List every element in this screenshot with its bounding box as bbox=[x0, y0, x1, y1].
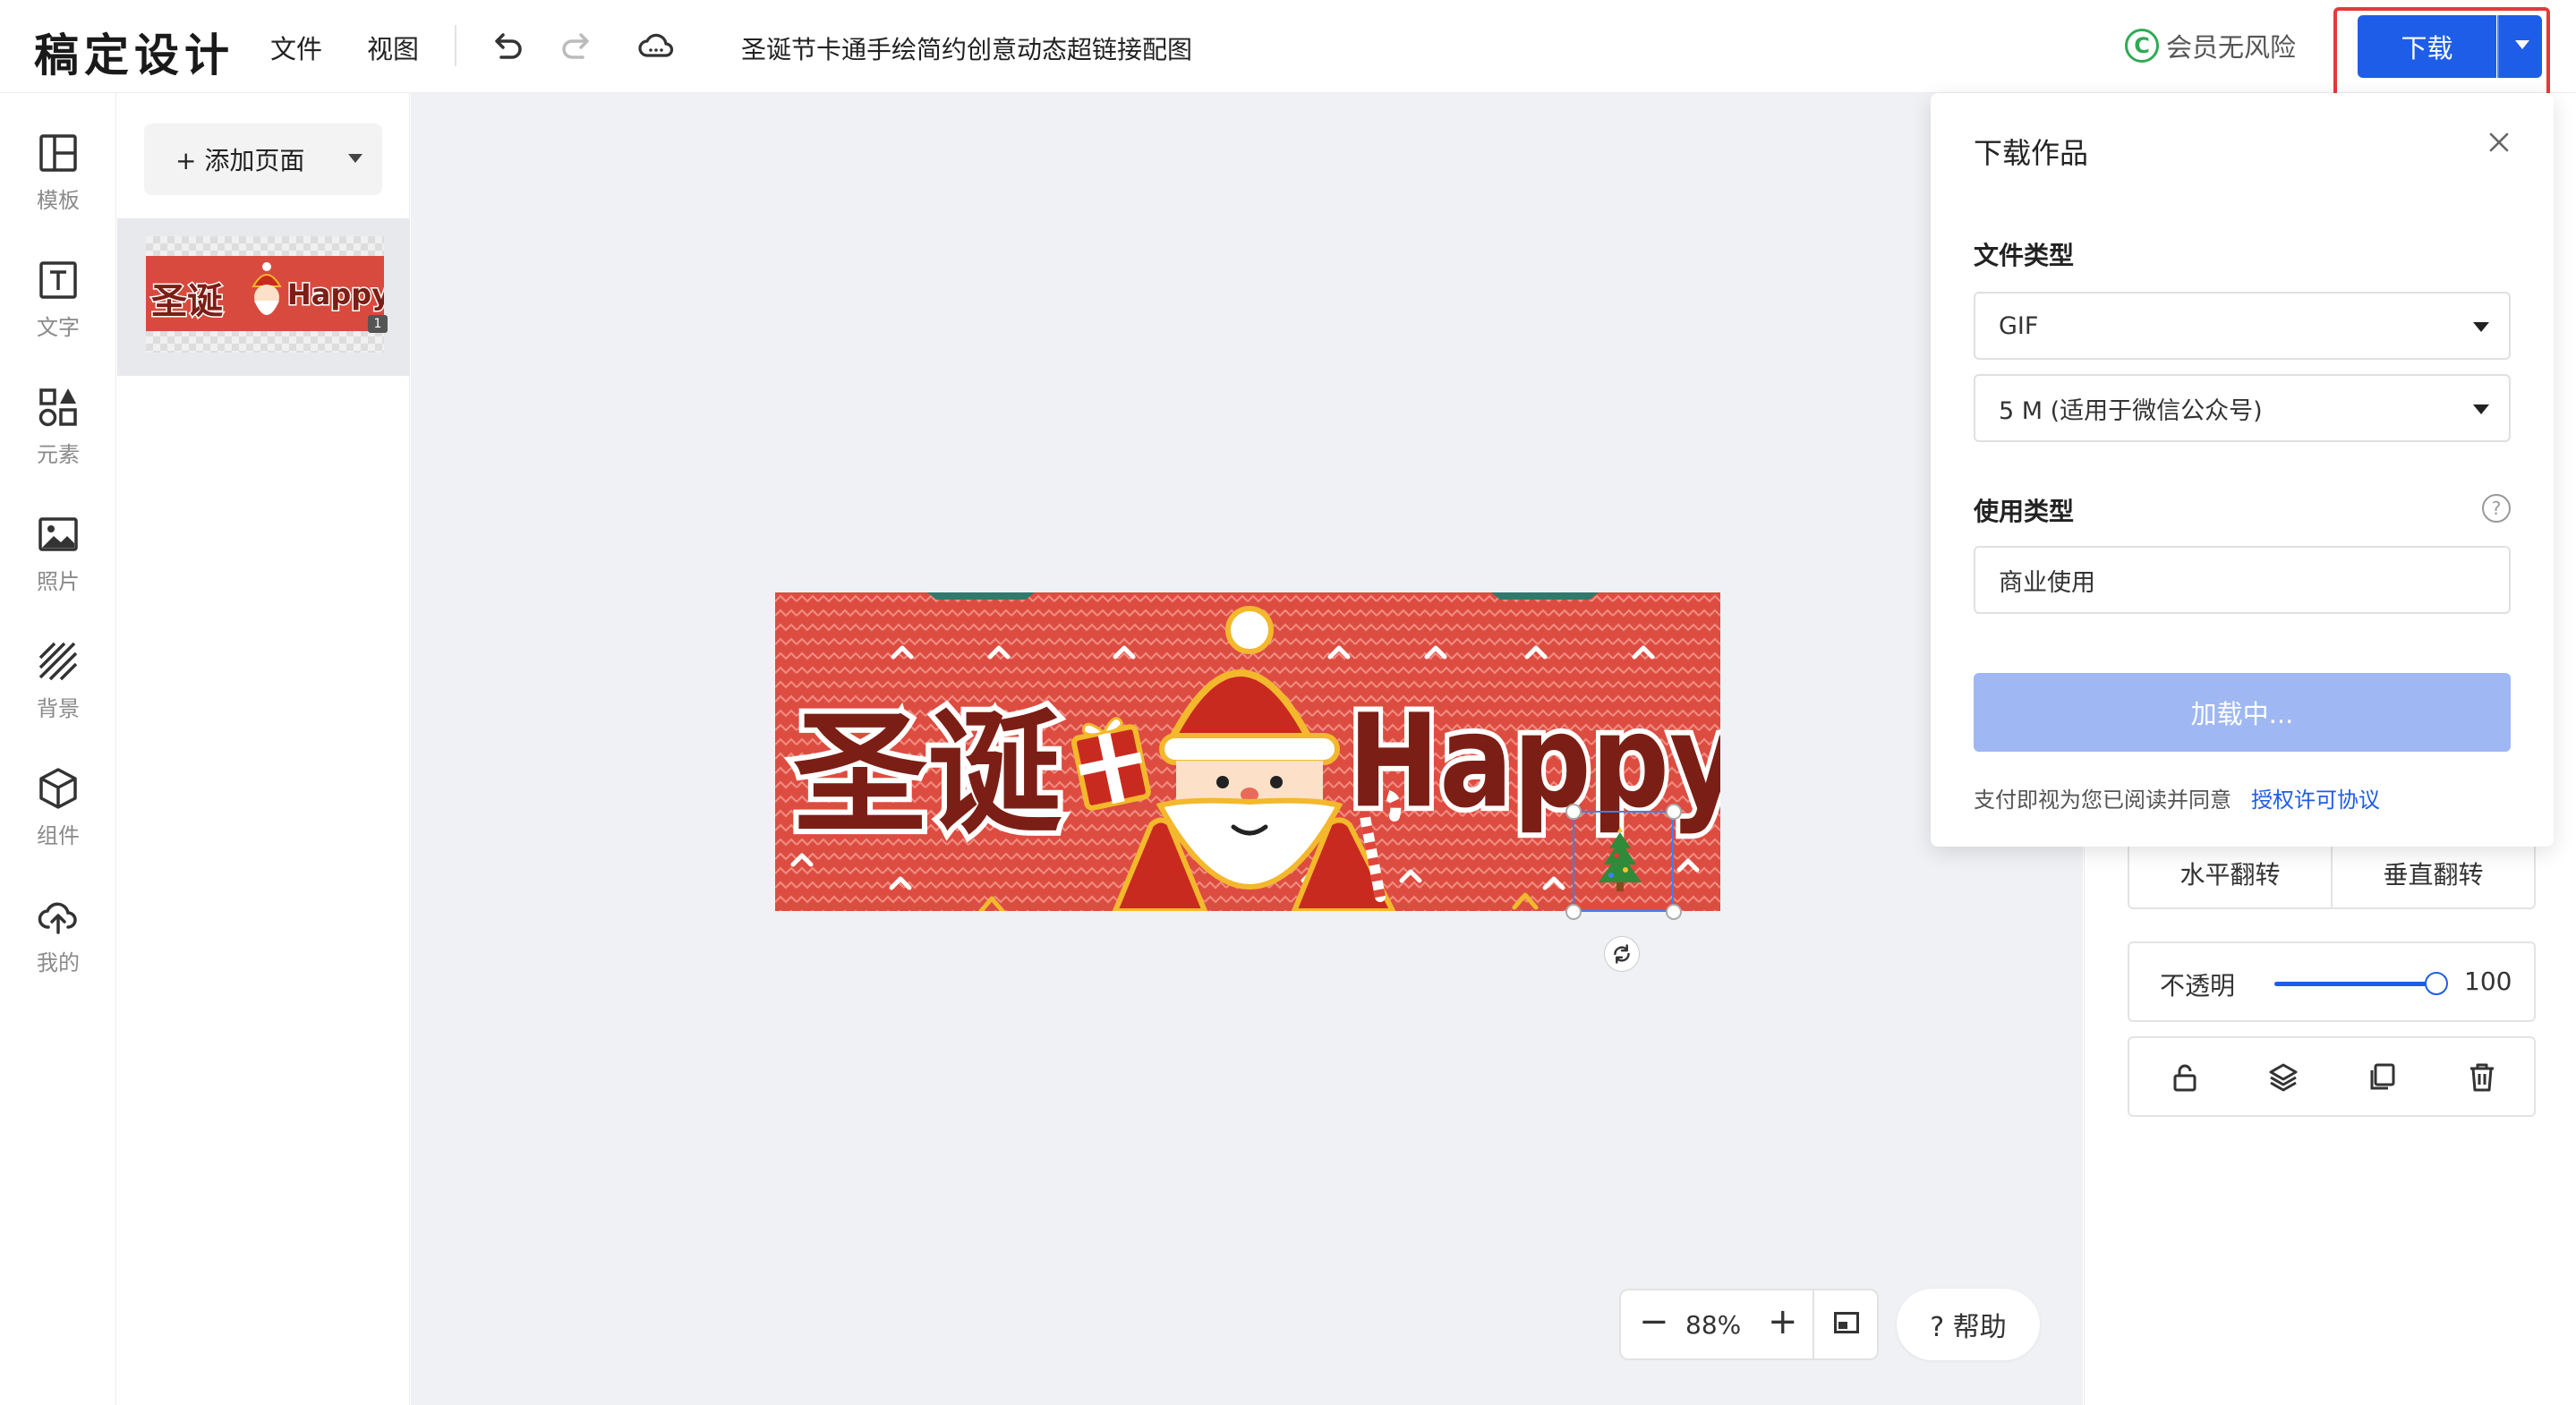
close-icon[interactable] bbox=[2486, 129, 2512, 156]
file-type-value: GIF bbox=[1999, 311, 2039, 340]
image-icon bbox=[38, 517, 78, 551]
thumbnail-text-en: Happy bbox=[286, 277, 384, 313]
file-size-select[interactable]: 5 M (适用于微信公众号) bbox=[1974, 374, 2511, 442]
zoom-divider bbox=[1813, 1290, 1814, 1358]
rail-label: 元素 bbox=[37, 442, 80, 467]
shapes-icon bbox=[38, 388, 77, 427]
copyright-icon: C bbox=[2125, 29, 2159, 63]
page-number-badge: 1 bbox=[368, 315, 388, 333]
zoom-control: − 88% + bbox=[1619, 1289, 1879, 1360]
resize-handle[interactable] bbox=[1666, 804, 1682, 820]
page-thumbnail[interactable]: 圣诞 Happy 1 bbox=[146, 236, 388, 353]
rail-templates[interactable]: 模板 bbox=[0, 131, 116, 238]
menu-file[interactable]: 文件 bbox=[270, 29, 322, 66]
canvas-area[interactable]: 圣诞 Happy − 88% + ? 帮助 bbox=[411, 93, 2083, 1405]
undo-icon[interactable] bbox=[485, 25, 526, 66]
file-size-value: 5 M (适用于微信公众号) bbox=[1999, 396, 2263, 425]
thumbnail-text-cn: 圣诞 bbox=[150, 280, 225, 324]
usage-type-field[interactable]: 商业使用 bbox=[1974, 546, 2511, 614]
layers-icon[interactable] bbox=[2265, 1060, 2301, 1095]
add-page-button[interactable]: + 添加页面 bbox=[144, 123, 382, 195]
upload-cloud-icon bbox=[38, 902, 77, 934]
opacity-control: 不透明 100 bbox=[2128, 941, 2536, 1022]
rail-label: 组件 bbox=[37, 823, 80, 848]
page-thumbnail-item[interactable]: 圣诞 Happy 1 bbox=[117, 218, 410, 376]
top-bar: 稿定设计 文件 视图 圣诞节卡通手绘简约创意动态超链接配图 C 会员无风险 下载 bbox=[0, 0, 2576, 131]
opacity-slider-handle[interactable] bbox=[2425, 972, 2448, 995]
rail-components[interactable]: 组件 bbox=[0, 766, 116, 873]
opacity-label: 不透明 bbox=[2160, 971, 2236, 1001]
opacity-value[interactable]: 100 bbox=[2464, 966, 2512, 996]
resize-handle[interactable] bbox=[1666, 904, 1682, 920]
rail-background[interactable]: 背景 bbox=[0, 639, 116, 746]
rail-label: 文字 bbox=[37, 315, 80, 340]
rail-label: 我的 bbox=[37, 950, 80, 975]
vip-label: 会员无风险 bbox=[2166, 32, 2297, 63]
cloud-save-icon[interactable] bbox=[635, 25, 677, 66]
left-rail: 模板 文字 元素 照片 背景 组件 我的 bbox=[0, 93, 116, 1405]
chevron-down-icon[interactable] bbox=[348, 154, 363, 163]
flip-controls: 水平翻转 垂直翻转 bbox=[2128, 838, 2536, 909]
zoom-out-button[interactable]: − bbox=[1639, 1301, 1669, 1342]
rail-label: 模板 bbox=[37, 188, 80, 213]
rail-label: 照片 bbox=[37, 569, 80, 594]
toolbar-divider bbox=[455, 25, 456, 66]
selection-box[interactable] bbox=[1573, 811, 1674, 912]
add-page-label: + 添加页面 bbox=[175, 146, 305, 175]
zoom-level[interactable]: 88% bbox=[1685, 1310, 1741, 1340]
chevron-down-icon bbox=[2473, 404, 2489, 414]
usage-type-label: 使用类型 bbox=[1974, 497, 2075, 526]
text-icon bbox=[39, 261, 77, 299]
agreement-text: 支付即视为您已阅读并同意 授权许可协议 bbox=[1974, 782, 2380, 813]
chevron-down-icon bbox=[2473, 322, 2489, 332]
banner-title-cn: 圣诞 bbox=[793, 697, 1062, 853]
rail-label: 背景 bbox=[37, 696, 80, 721]
rotate-handle-icon[interactable] bbox=[1604, 936, 1640, 972]
menu-view[interactable]: 视图 bbox=[367, 29, 419, 66]
rail-photos[interactable]: 照片 bbox=[0, 512, 116, 619]
flip-vertical-button[interactable]: 垂直翻转 bbox=[2333, 839, 2534, 907]
redo-icon[interactable] bbox=[558, 25, 599, 66]
app-logo[interactable]: 稿定设计 bbox=[34, 20, 235, 84]
zoom-in-button[interactable]: + bbox=[1768, 1301, 1798, 1342]
file-type-label: 文件类型 bbox=[1974, 241, 2075, 270]
popup-title: 下载作品 bbox=[1974, 136, 2089, 170]
layout-icon bbox=[39, 134, 77, 172]
fit-screen-icon[interactable] bbox=[1834, 1312, 1859, 1333]
resize-handle[interactable] bbox=[1565, 904, 1582, 920]
stripes-icon bbox=[38, 642, 78, 681]
flip-horizontal-button[interactable]: 水平翻转 bbox=[2129, 839, 2333, 907]
cube-icon bbox=[39, 768, 77, 809]
thumbnail-banner: 圣诞 Happy bbox=[146, 256, 384, 331]
pages-panel: + 添加页面 圣诞 Happy 1 bbox=[117, 93, 410, 1405]
usage-type-value: 商业使用 bbox=[1999, 568, 2095, 597]
agreement-prefix: 支付即视为您已阅读并同意 bbox=[1974, 788, 2231, 813]
vip-guarantee[interactable]: C 会员无风险 bbox=[2125, 27, 2296, 64]
document-title[interactable]: 圣诞节卡通手绘简约创意动态超链接配图 bbox=[741, 30, 1192, 66]
trash-icon[interactable] bbox=[2464, 1060, 2500, 1095]
unlock-icon[interactable] bbox=[2167, 1060, 2203, 1095]
duplicate-icon[interactable] bbox=[2364, 1060, 2400, 1095]
santa-thumbnail-icon bbox=[252, 262, 282, 315]
confirm-download-button[interactable]: 加载中... bbox=[1974, 673, 2511, 752]
download-popup: 下载作品 文件类型 GIF 5 M (适用于微信公众号) 使用类型 ? 商业使用… bbox=[1931, 93, 2554, 847]
license-agreement-link[interactable]: 授权许可协议 bbox=[2251, 788, 2380, 813]
element-tools bbox=[2128, 1036, 2536, 1117]
file-type-select[interactable]: GIF bbox=[1974, 292, 2511, 360]
question-icon[interactable]: ? bbox=[2482, 494, 2511, 523]
rail-mine[interactable]: 我的 bbox=[0, 893, 116, 1001]
rail-text[interactable]: 文字 bbox=[0, 258, 116, 365]
help-button[interactable]: ? 帮助 bbox=[1897, 1289, 2040, 1360]
rail-elements[interactable]: 元素 bbox=[0, 385, 116, 492]
opacity-slider[interactable] bbox=[2274, 982, 2435, 986]
resize-handle[interactable] bbox=[1565, 804, 1582, 820]
